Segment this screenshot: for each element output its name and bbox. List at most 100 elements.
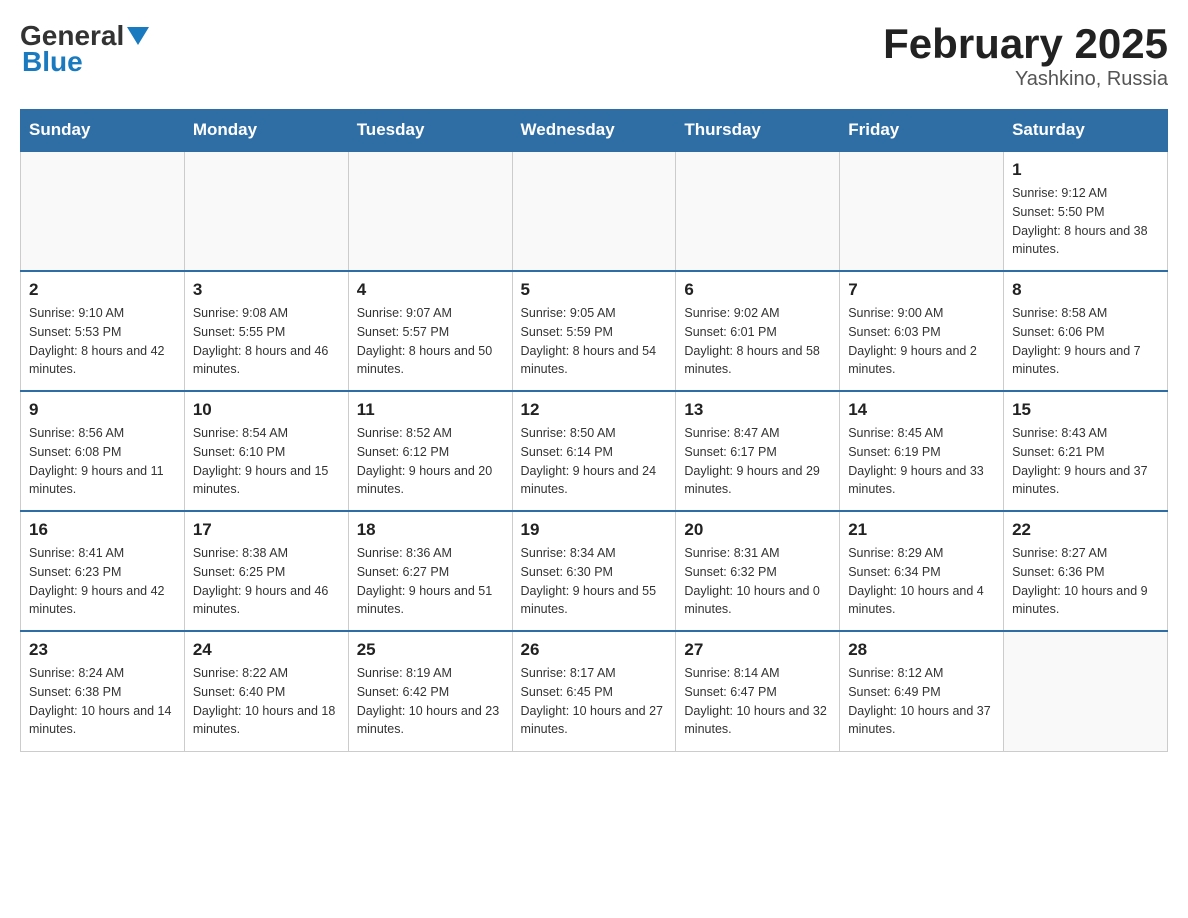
- calendar-cell: 18 Sunrise: 8:36 AMSunset: 6:27 PMDayligh…: [348, 511, 512, 631]
- calendar-cell: [1004, 631, 1168, 751]
- calendar-cell: 15 Sunrise: 8:43 AMSunset: 6:21 PMDayligh…: [1004, 391, 1168, 511]
- calendar-cell: 11 Sunrise: 8:52 AMSunset: 6:12 PMDayligh…: [348, 391, 512, 511]
- calendar-cell: 10Sunrise: 8:54 AMSunset: 6:10 PMDayligh…: [184, 391, 348, 511]
- day-info: Sunrise: 8:36 AMSunset: 6:27 PMDaylight:…: [357, 544, 504, 619]
- day-info: Sunrise: 8:52 AMSunset: 6:12 PMDaylight:…: [357, 424, 504, 499]
- day-number: 13: [684, 400, 831, 420]
- day-number: 18: [357, 520, 504, 540]
- calendar-cell: 20 Sunrise: 8:31 AMSunset: 6:32 PMDayligh…: [676, 511, 840, 631]
- calendar-cell: 13 Sunrise: 8:47 AMSunset: 6:17 PMDayligh…: [676, 391, 840, 511]
- calendar-week-row: 16 Sunrise: 8:41 AMSunset: 6:23 PMDayligh…: [21, 511, 1168, 631]
- day-info: Sunrise: 9:12 AMSunset: 5:50 PMDaylight:…: [1012, 184, 1159, 259]
- weekday-header-monday: Monday: [184, 110, 348, 152]
- day-info: Sunrise: 8:29 AMSunset: 6:34 PMDaylight:…: [848, 544, 995, 619]
- calendar-cell: [348, 151, 512, 271]
- calendar-cell: 19 Sunrise: 8:34 AMSunset: 6:30 PMDayligh…: [512, 511, 676, 631]
- day-info: Sunrise: 8:38 AMSunset: 6:25 PMDaylight:…: [193, 544, 340, 619]
- calendar-cell: 21 Sunrise: 8:29 AMSunset: 6:34 PMDayligh…: [840, 511, 1004, 631]
- day-info: Sunrise: 8:47 AMSunset: 6:17 PMDaylight:…: [684, 424, 831, 499]
- day-number: 24: [193, 640, 340, 660]
- calendar-week-row: 2 Sunrise: 9:10 AMSunset: 5:53 PMDaylight…: [21, 271, 1168, 391]
- day-number: 6: [684, 280, 831, 300]
- day-number: 20: [684, 520, 831, 540]
- day-number: 3: [193, 280, 340, 300]
- logo: General Blue: [20, 20, 149, 78]
- calendar-cell: 25 Sunrise: 8:19 AMSunset: 6:42 PMDayligh…: [348, 631, 512, 751]
- day-number: 27: [684, 640, 831, 660]
- day-number: 2: [29, 280, 176, 300]
- weekday-header-saturday: Saturday: [1004, 110, 1168, 152]
- calendar-cell: 5Sunrise: 9:05 AMSunset: 5:59 PMDaylight…: [512, 271, 676, 391]
- calendar-cell: 8 Sunrise: 8:58 AMSunset: 6:06 PMDaylight…: [1004, 271, 1168, 391]
- calendar-cell: 24 Sunrise: 8:22 AMSunset: 6:40 PMDayligh…: [184, 631, 348, 751]
- calendar-cell: 22 Sunrise: 8:27 AMSunset: 6:36 PMDayligh…: [1004, 511, 1168, 631]
- calendar-cell: [840, 151, 1004, 271]
- day-number: 9: [29, 400, 176, 420]
- day-number: 1: [1012, 160, 1159, 180]
- day-info: Sunrise: 8:56 AMSunset: 6:08 PMDaylight:…: [29, 424, 176, 499]
- calendar-cell: 28 Sunrise: 8:12 AMSunset: 6:49 PMDayligh…: [840, 631, 1004, 751]
- day-info: Sunrise: 8:43 AMSunset: 6:21 PMDaylight:…: [1012, 424, 1159, 499]
- day-info: Sunrise: 8:24 AMSunset: 6:38 PMDaylight:…: [29, 664, 176, 739]
- calendar-cell: 17 Sunrise: 8:38 AMSunset: 6:25 PMDayligh…: [184, 511, 348, 631]
- day-number: 15: [1012, 400, 1159, 420]
- day-number: 23: [29, 640, 176, 660]
- day-number: 28: [848, 640, 995, 660]
- day-info: Sunrise: 8:54 AMSunset: 6:10 PMDaylight:…: [193, 424, 340, 499]
- day-info: Sunrise: 8:14 AMSunset: 6:47 PMDaylight:…: [684, 664, 831, 739]
- calendar-cell: 4 Sunrise: 9:07 AMSunset: 5:57 PMDaylight…: [348, 271, 512, 391]
- calendar-cell: 14 Sunrise: 8:45 AMSunset: 6:19 PMDayligh…: [840, 391, 1004, 511]
- calendar-cell: 3 Sunrise: 9:08 AMSunset: 5:55 PMDaylight…: [184, 271, 348, 391]
- calendar-cell: 27 Sunrise: 8:14 AMSunset: 6:47 PMDayligh…: [676, 631, 840, 751]
- weekday-header-friday: Friday: [840, 110, 1004, 152]
- calendar-cell: 16 Sunrise: 8:41 AMSunset: 6:23 PMDayligh…: [21, 511, 185, 631]
- day-number: 8: [1012, 280, 1159, 300]
- calendar-cell: [21, 151, 185, 271]
- location-subtitle: Yashkino, Russia: [883, 68, 1168, 91]
- calendar-cell: 12Sunrise: 8:50 AMSunset: 6:14 PMDayligh…: [512, 391, 676, 511]
- calendar-cell: 9 Sunrise: 8:56 AMSunset: 6:08 PMDaylight…: [21, 391, 185, 511]
- day-number: 7: [848, 280, 995, 300]
- day-info: Sunrise: 8:12 AMSunset: 6:49 PMDaylight:…: [848, 664, 995, 739]
- day-info: Sunrise: 8:45 AMSunset: 6:19 PMDaylight:…: [848, 424, 995, 499]
- day-info: Sunrise: 9:00 AMSunset: 6:03 PMDaylight:…: [848, 304, 995, 379]
- day-number: 22: [1012, 520, 1159, 540]
- logo-blue-text: Blue: [22, 46, 83, 78]
- day-number: 16: [29, 520, 176, 540]
- day-number: 19: [521, 520, 668, 540]
- calendar-cell: 23 Sunrise: 8:24 AMSunset: 6:38 PMDayligh…: [21, 631, 185, 751]
- weekday-header-row: SundayMondayTuesdayWednesdayThursdayFrid…: [21, 110, 1168, 152]
- month-title: February 2025: [883, 20, 1168, 68]
- calendar-cell: 7 Sunrise: 9:00 AMSunset: 6:03 PMDaylight…: [840, 271, 1004, 391]
- calendar-cell: 2 Sunrise: 9:10 AMSunset: 5:53 PMDaylight…: [21, 271, 185, 391]
- calendar-cell: [184, 151, 348, 271]
- day-number: 14: [848, 400, 995, 420]
- day-info: Sunrise: 8:34 AMSunset: 6:30 PMDaylight:…: [521, 544, 668, 619]
- day-number: 21: [848, 520, 995, 540]
- calendar-cell: 26Sunrise: 8:17 AMSunset: 6:45 PMDayligh…: [512, 631, 676, 751]
- day-number: 4: [357, 280, 504, 300]
- weekday-header-thursday: Thursday: [676, 110, 840, 152]
- day-info: Sunrise: 8:31 AMSunset: 6:32 PMDaylight:…: [684, 544, 831, 619]
- title-area: February 2025 Yashkino, Russia: [883, 20, 1168, 91]
- day-info: Sunrise: 9:08 AMSunset: 5:55 PMDaylight:…: [193, 304, 340, 379]
- calendar-week-row: 1 Sunrise: 9:12 AMSunset: 5:50 PMDaylight…: [21, 151, 1168, 271]
- day-info: Sunrise: 9:05 AMSunset: 5:59 PMDaylight:…: [521, 304, 668, 379]
- day-info: Sunrise: 8:19 AMSunset: 6:42 PMDaylight:…: [357, 664, 504, 739]
- day-number: 26: [521, 640, 668, 660]
- day-info: Sunrise: 9:10 AMSunset: 5:53 PMDaylight:…: [29, 304, 176, 379]
- day-number: 17: [193, 520, 340, 540]
- logo-triangle-icon: [127, 27, 149, 45]
- calendar-cell: 1 Sunrise: 9:12 AMSunset: 5:50 PMDaylight…: [1004, 151, 1168, 271]
- calendar-cell: [676, 151, 840, 271]
- day-info: Sunrise: 8:50 AMSunset: 6:14 PMDaylight:…: [521, 424, 668, 499]
- day-info: Sunrise: 8:41 AMSunset: 6:23 PMDaylight:…: [29, 544, 176, 619]
- day-info: Sunrise: 8:58 AMSunset: 6:06 PMDaylight:…: [1012, 304, 1159, 379]
- day-number: 25: [357, 640, 504, 660]
- day-info: Sunrise: 8:22 AMSunset: 6:40 PMDaylight:…: [193, 664, 340, 739]
- day-info: Sunrise: 8:27 AMSunset: 6:36 PMDaylight:…: [1012, 544, 1159, 619]
- day-number: 11: [357, 400, 504, 420]
- calendar-cell: [512, 151, 676, 271]
- day-info: Sunrise: 9:07 AMSunset: 5:57 PMDaylight:…: [357, 304, 504, 379]
- weekday-header-tuesday: Tuesday: [348, 110, 512, 152]
